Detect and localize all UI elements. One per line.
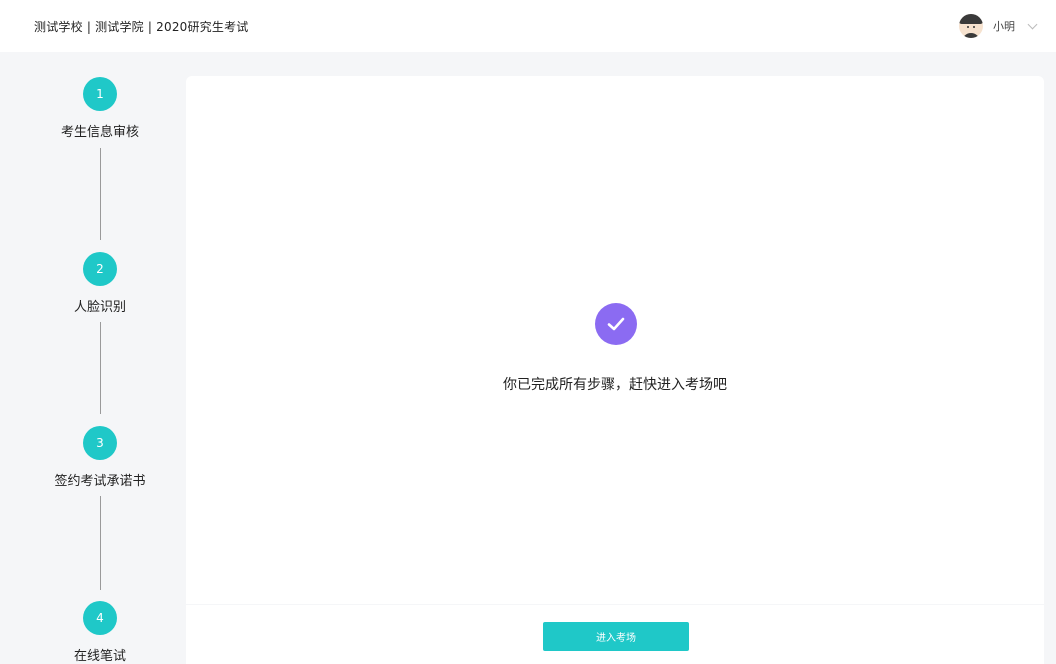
step-connector [100, 148, 101, 240]
panel-footer: 进入考场 [186, 605, 1044, 664]
step-number: 2 [83, 252, 117, 286]
step-sidebar: 1 考生信息审核 2 人脸识别 3 签约考试承诺书 4 在线笔试 [0, 52, 186, 664]
step-3: 3 签约考试承诺书 [0, 426, 200, 489]
step-4: 4 在线笔试 [0, 601, 200, 664]
step-label: 签约考试承诺书 [54, 474, 146, 489]
step-connector [100, 322, 101, 414]
avatar[interactable] [959, 14, 983, 38]
chevron-down-icon[interactable] [1027, 19, 1038, 29]
step-connector [100, 496, 101, 590]
breadcrumb: 测试学校 | 测试学院 | 2020研究生考试 [34, 19, 249, 34]
step-label: 人脸识别 [73, 300, 126, 315]
check-icon [595, 303, 637, 345]
step-number: 1 [83, 77, 117, 111]
completion-message: 你已完成所有步骤，赶快进入考场吧 [503, 377, 727, 393]
step-number: 3 [83, 426, 117, 460]
step-number: 4 [83, 601, 117, 635]
step-1: 1 考生信息审核 [0, 77, 200, 140]
step-label: 考生信息审核 [60, 125, 139, 140]
step-label: 在线笔试 [73, 649, 126, 664]
user-menu[interactable]: 小明 [959, 14, 1038, 38]
step-2: 2 人脸识别 [0, 252, 200, 315]
completion-panel: 你已完成所有步骤，赶快进入考场吧 [186, 76, 1044, 604]
top-header: 测试学校 | 测试学院 | 2020研究生考试 小明 [0, 0, 1056, 52]
username[interactable]: 小明 [993, 18, 1015, 34]
enter-exam-button[interactable]: 进入考场 [543, 622, 689, 651]
